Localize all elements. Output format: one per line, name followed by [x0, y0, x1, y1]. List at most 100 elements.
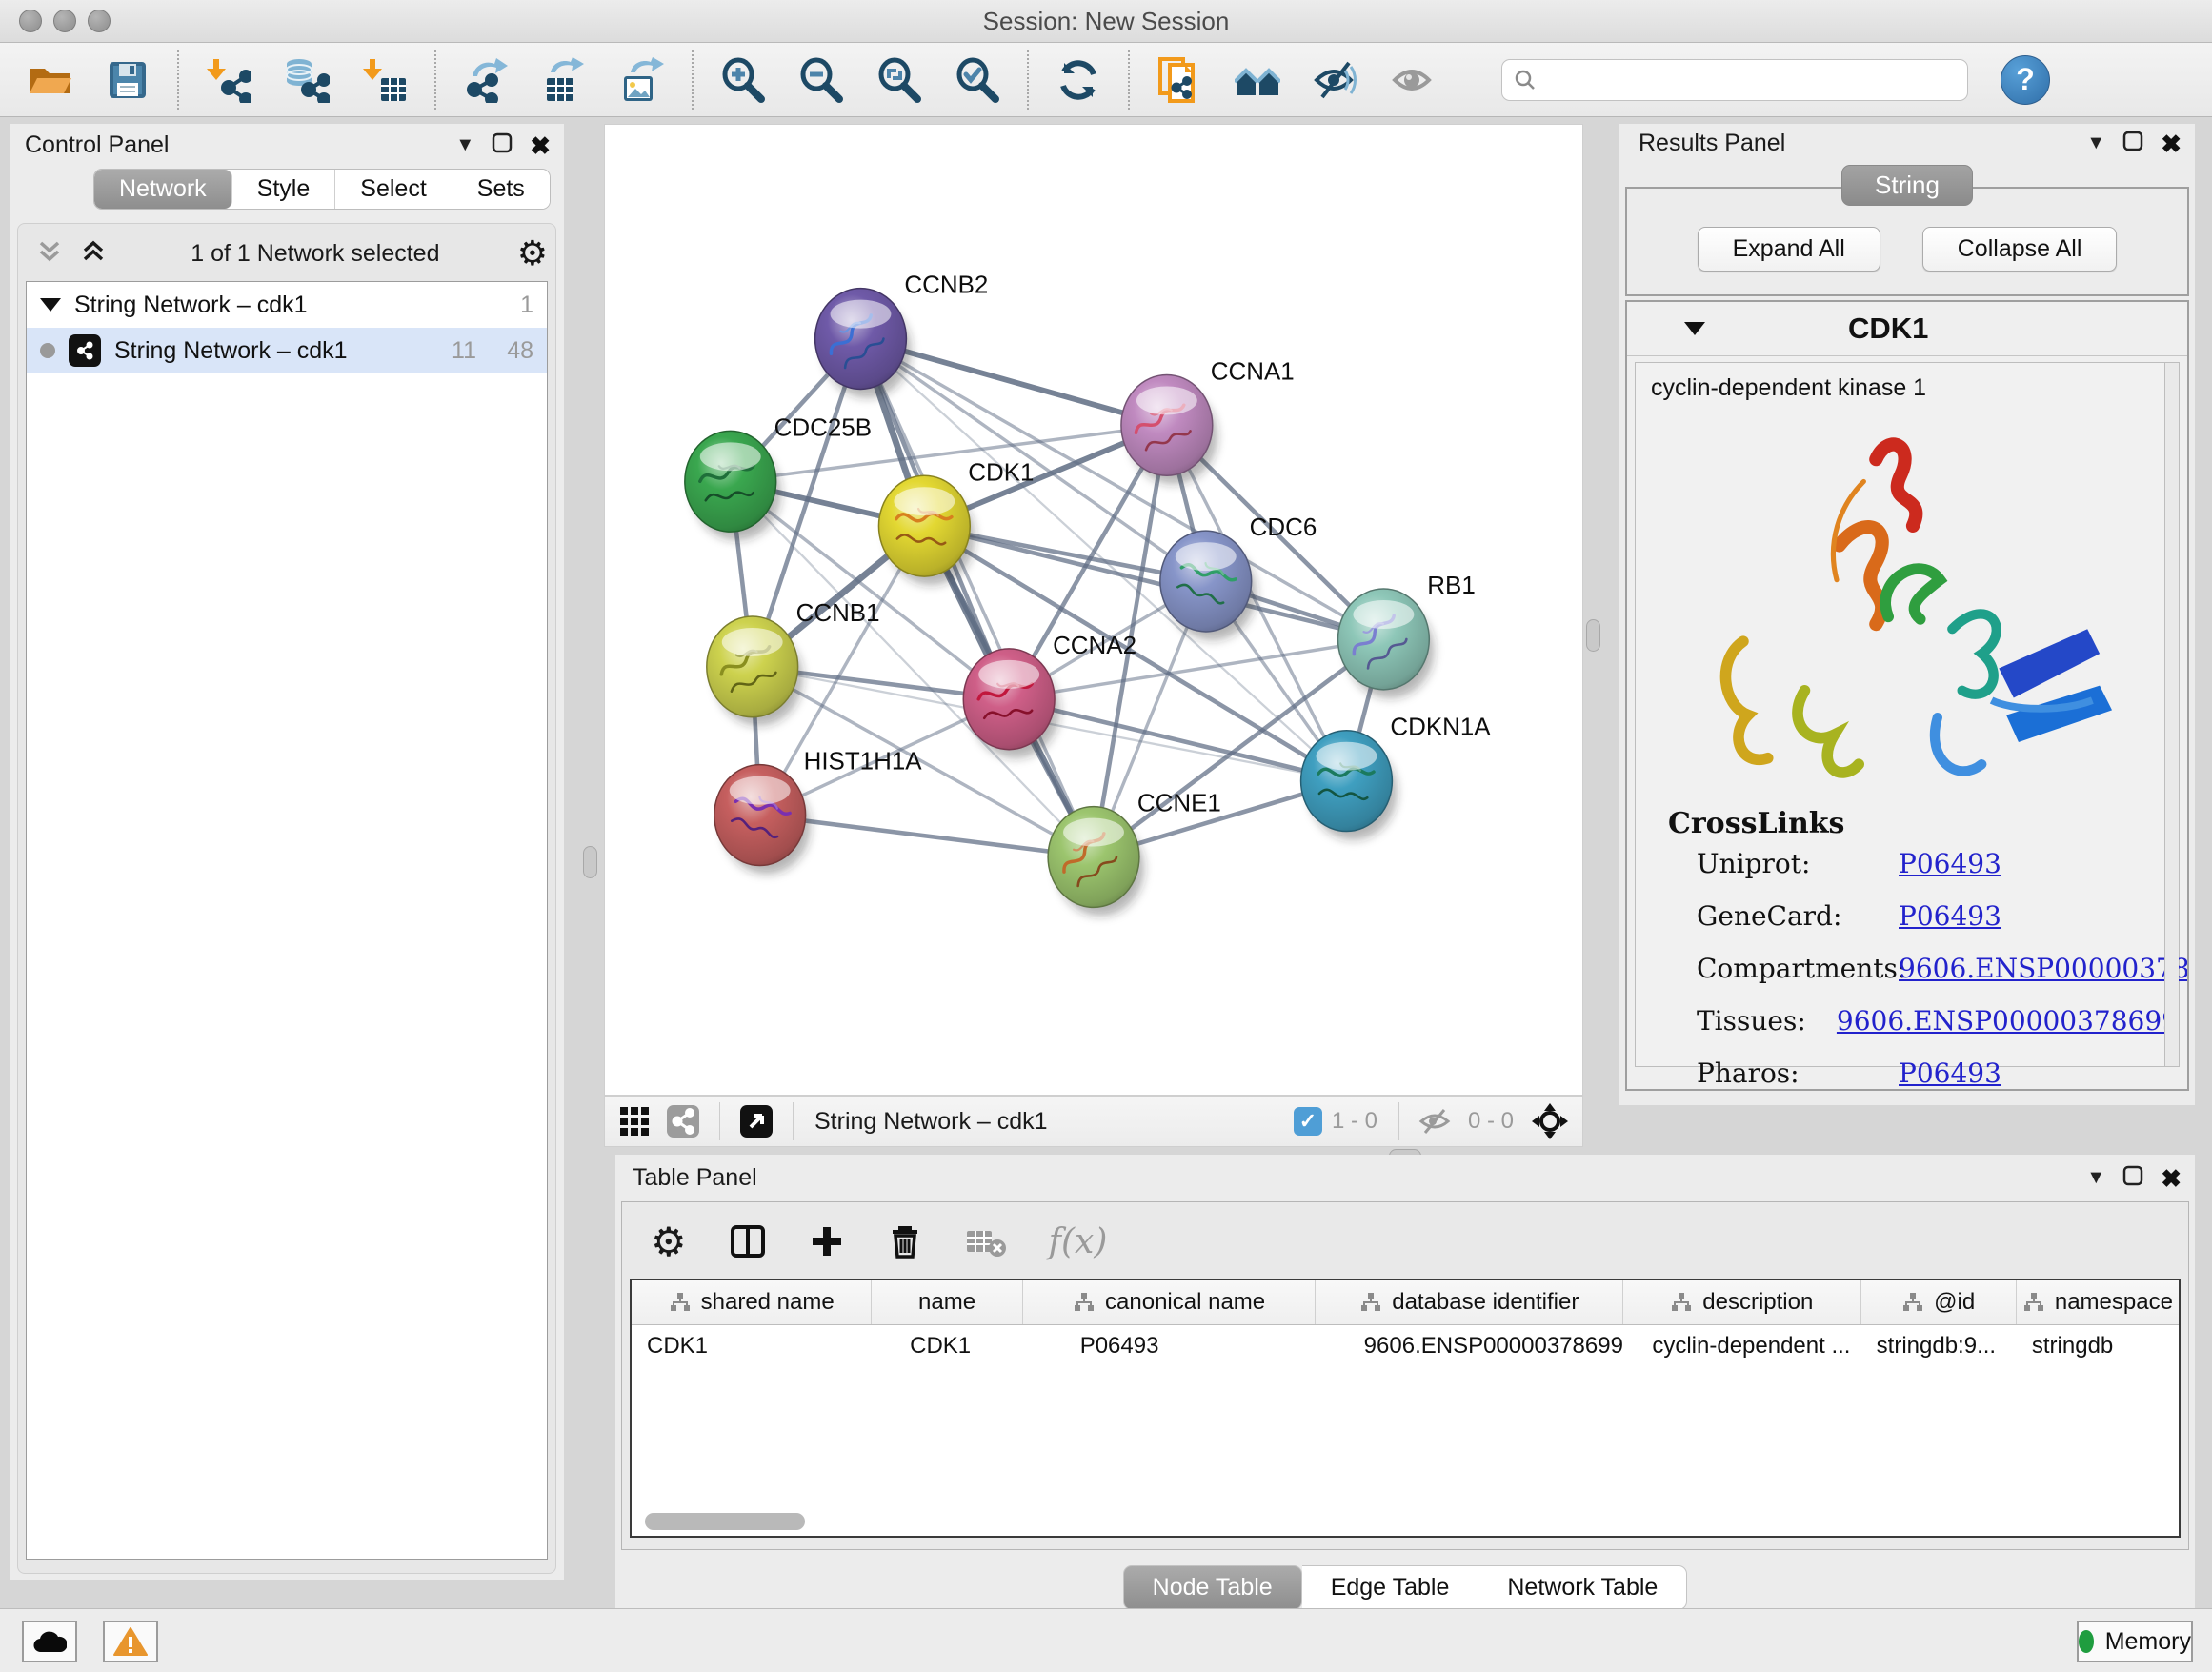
zoom-out-button[interactable]	[796, 55, 846, 105]
network-node-CDKN1A[interactable]: CDKN1A	[1301, 715, 1492, 840]
gene-expand-caret-icon[interactable]	[1684, 322, 1705, 335]
grid-view-icon[interactable]	[618, 1105, 651, 1138]
network-options-gear-icon[interactable]: ⚙	[517, 236, 548, 271]
import-table-button[interactable]	[360, 55, 410, 105]
tab-string[interactable]: String	[1841, 165, 1973, 206]
search-box	[1501, 59, 1968, 101]
crosslink-link[interactable]: 9606.ENSP00000378699	[1837, 1005, 2179, 1037]
float-panel-icon[interactable]	[492, 132, 513, 158]
tab-network-table[interactable]: Network Table	[1478, 1565, 1687, 1610]
network-node-CDC25B[interactable]: CDC25B	[685, 414, 872, 540]
node-label-CDC25B: CDC25B	[774, 414, 872, 441]
open-session-button[interactable]	[25, 55, 74, 105]
collection-expand-caret-icon[interactable]	[40, 298, 61, 312]
birds-eye-view-icon[interactable]	[1531, 1102, 1569, 1140]
network-row-label: String Network – cdk1	[114, 337, 419, 365]
network-node-HIST1H1A[interactable]: HIST1H1A	[714, 749, 922, 875]
crosslink-link[interactable]: P06493	[1899, 1058, 2001, 1089]
close-panel-icon[interactable]: ✖	[530, 135, 551, 156]
save-session-button[interactable]	[103, 55, 152, 105]
tab-network[interactable]: Network	[94, 170, 232, 209]
export-table-button[interactable]	[539, 55, 589, 105]
search-input[interactable]	[1537, 66, 1967, 94]
results-scrollbar[interactable]	[2164, 363, 2179, 1066]
network-node-RB1[interactable]: RB1	[1337, 573, 1475, 698]
table-panel-menu-caret-icon[interactable]: ▼	[2086, 1167, 2105, 1189]
left-splitter-handle[interactable]	[583, 846, 597, 878]
help-button[interactable]: ?	[2001, 55, 2050, 105]
crosslink-link[interactable]: P06493	[1899, 848, 2001, 879]
column-header-canonical-name[interactable]: canonical name	[1023, 1280, 1317, 1324]
show-columns-icon[interactable]	[729, 1222, 767, 1260]
network-collection-row[interactable]: String Network – cdk1 1	[27, 282, 547, 328]
control-panel-menu-caret-icon[interactable]: ▼	[455, 134, 474, 156]
new-network-from-selection-button[interactable]	[1155, 55, 1204, 105]
network-node-CCNE1[interactable]: CCNE1	[1048, 791, 1221, 917]
column-header-namespace[interactable]: namespace	[2017, 1280, 2179, 1324]
expand-all-button[interactable]: Expand All	[1698, 227, 1880, 272]
network-node-CCNB1[interactable]: CCNB1	[707, 600, 880, 726]
table-float-panel-icon[interactable]	[2122, 1165, 2143, 1191]
node-label-CCNA2: CCNA2	[1053, 633, 1136, 659]
memory-button[interactable]: Memory	[2077, 1621, 2193, 1662]
tab-sets[interactable]: Sets	[452, 170, 550, 209]
column-header-name[interactable]: name	[872, 1280, 1022, 1324]
node-label-CCNB2: CCNB2	[904, 272, 988, 299]
tab-edge-table[interactable]: Edge Table	[1302, 1565, 1479, 1610]
detach-view-icon[interactable]	[739, 1104, 774, 1138]
tab-node-table[interactable]: Node Table	[1123, 1565, 1302, 1610]
table-row[interactable]: CDK1 CDK1 P06493 9606.ENSP00000378699 cy…	[632, 1325, 2179, 1367]
delete-column-icon[interactable]	[887, 1223, 923, 1259]
hide-selected-button[interactable]	[1311, 55, 1360, 105]
tab-style[interactable]: Style	[232, 170, 336, 209]
network-edge-CCNB2-CCNE1[interactable]	[860, 339, 1094, 857]
import-network-from-file-button[interactable]	[204, 55, 253, 105]
zoom-selected-button[interactable]	[953, 55, 1002, 105]
gene-section-header[interactable]: CDK1	[1627, 302, 2187, 356]
table-horizontal-scrollbar[interactable]	[645, 1513, 805, 1530]
table-close-panel-icon[interactable]: ✖	[2161, 1168, 2182, 1189]
tab-select[interactable]: Select	[335, 170, 452, 209]
network-node-CDC6[interactable]: CDC6	[1160, 514, 1317, 640]
export-network-button[interactable]	[461, 55, 511, 105]
first-neighbors-button[interactable]	[1233, 55, 1282, 105]
network-node-CCNB2[interactable]: CCNB2	[815, 272, 989, 398]
crosslink-label: Pharos:	[1697, 1058, 1899, 1089]
collapse-all-networks-icon[interactable]	[35, 237, 64, 271]
crosslink-link[interactable]: P06493	[1899, 900, 2001, 932]
network-node-CDK1[interactable]: CDK1	[878, 459, 1034, 585]
cloud-button[interactable]	[22, 1621, 77, 1662]
column-header-description[interactable]: description	[1623, 1280, 1860, 1324]
network-view-canvas[interactable]: CCNB2 CCNA1 CDC25BCDK1 CDC6RB1 CCNB1 CCNA2 CDK…	[604, 124, 1583, 1096]
column-header-shared-name[interactable]: shared name	[632, 1280, 872, 1324]
column-header-id[interactable]: @id	[1861, 1280, 2017, 1324]
results-panel-menu-caret-icon[interactable]: ▼	[2086, 132, 2105, 154]
network-row-selected[interactable]: String Network – cdk1 11 48	[27, 328, 547, 373]
table-options-gear-icon[interactable]: ⚙	[651, 1219, 687, 1265]
close-traffic-light[interactable]	[19, 10, 42, 32]
zoom-in-button[interactable]	[718, 55, 768, 105]
apply-layout-button[interactable]	[1054, 55, 1103, 105]
expand-all-networks-icon[interactable]	[79, 237, 108, 271]
node-table: shared name name canonical name database…	[630, 1279, 2181, 1538]
selected-checkbox-icon[interactable]: ✓	[1294, 1107, 1322, 1136]
show-all-button[interactable]	[1389, 55, 1438, 105]
export-image-button[interactable]	[617, 55, 667, 105]
right-splitter-handle[interactable]	[1586, 619, 1600, 652]
collapse-all-button[interactable]: Collapse All	[1922, 227, 2118, 272]
crosslink-link[interactable]: 9606.ENSP00000378699	[1899, 953, 2189, 984]
results-close-panel-icon[interactable]: ✖	[2161, 133, 2182, 154]
results-float-panel-icon[interactable]	[2122, 131, 2143, 156]
network-view-share-icon[interactable]	[666, 1104, 700, 1138]
zoom-traffic-light[interactable]	[88, 10, 111, 32]
import-network-from-database-button[interactable]	[282, 55, 332, 105]
create-column-icon[interactable]	[809, 1223, 845, 1259]
network-icon	[69, 334, 101, 367]
string-network-graph[interactable]: CCNB2 CCNA1 CDC25BCDK1 CDC6RB1 CCNB1 CCNA2 CDK…	[605, 125, 1582, 1095]
minimize-traffic-light[interactable]	[53, 10, 76, 32]
export-network-icon	[463, 57, 509, 103]
zoom-fit-button[interactable]	[875, 55, 924, 105]
warnings-button[interactable]	[103, 1621, 158, 1662]
network-node-CCNA1[interactable]: CCNA1	[1121, 358, 1295, 484]
column-header-database-identifier[interactable]: database identifier	[1316, 1280, 1623, 1324]
